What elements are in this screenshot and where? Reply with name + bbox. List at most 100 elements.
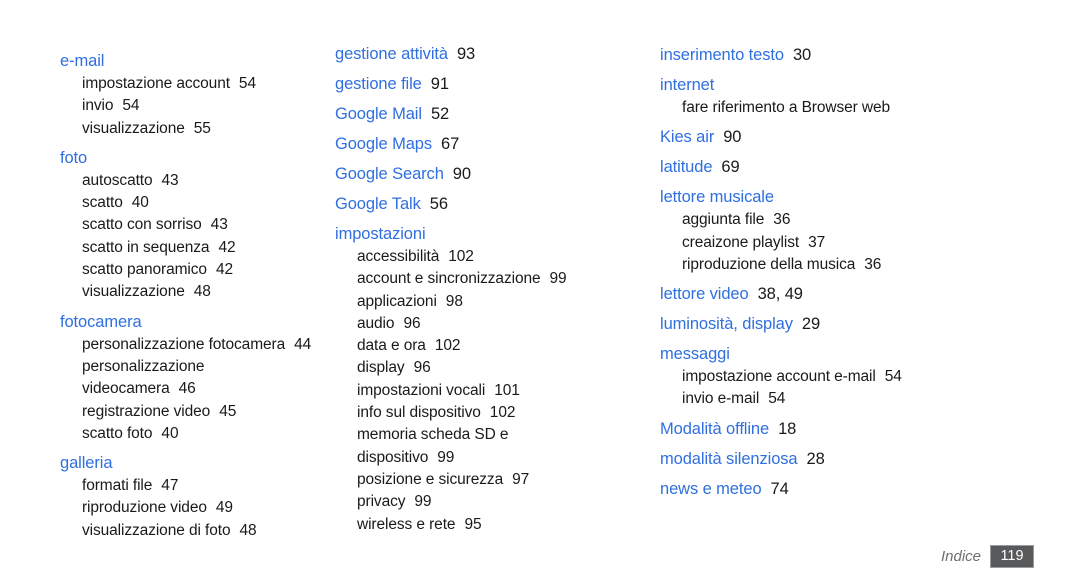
index-subentry[interactable]: applicazioni 98 xyxy=(335,291,660,313)
index-entry: inserimento testo 30 xyxy=(660,44,1080,67)
index-page-ref: 40 xyxy=(131,194,149,212)
index-subentry[interactable]: data e ora 102 xyxy=(335,335,660,357)
index-subterm: dispositivo xyxy=(357,448,429,466)
index-subentry[interactable]: fare riferimento a Browser web xyxy=(660,97,1080,119)
index-subentry[interactable]: impostazioni vocali 101 xyxy=(335,380,660,402)
index-term: Google Search xyxy=(335,165,444,183)
index-subterm: autoscatto xyxy=(82,171,153,189)
index-subentry[interactable]: scatto in sequenza 42 xyxy=(60,237,330,259)
index-page-ref: 42 xyxy=(218,238,236,256)
index-subterm: memoria scheda SD e xyxy=(357,426,509,444)
index-subentry[interactable]: registrazione video 45 xyxy=(60,401,330,423)
index-subentry[interactable]: visualizzazione di foto 48 xyxy=(60,520,330,542)
index-entry: Google Talk 56 xyxy=(335,193,660,216)
index-subentry[interactable]: audio 96 xyxy=(335,313,660,335)
index-page-ref: 90 xyxy=(452,165,471,183)
index-subterm: scatto foto xyxy=(82,424,153,442)
index-entry-heading[interactable]: Google Talk 56 xyxy=(335,193,660,216)
index-page-ref: 37 xyxy=(808,233,826,251)
index-entry-heading[interactable]: Google Search 90 xyxy=(335,163,660,186)
index-entry-heading[interactable]: gestione attività 93 xyxy=(335,43,660,66)
index-entry: foto autoscatto 43 scatto 40 scatto con sorri… xyxy=(60,147,330,304)
index-entry-heading[interactable]: internet xyxy=(660,74,1080,97)
index-subentry[interactable]: scatto 40 xyxy=(60,192,330,214)
index-subentry[interactable]: wireless e rete 95 xyxy=(335,514,660,536)
page-number-badge: 119 xyxy=(990,545,1034,568)
index-entry-heading[interactable]: messaggi xyxy=(660,343,1080,366)
index-subterm: impostazione account xyxy=(82,75,230,92)
index-page-ref: 47 xyxy=(161,477,179,495)
index-page-ref: 48 xyxy=(193,283,211,301)
index-subentry-list: accessibilità 102 account e sincronizzazio… xyxy=(335,246,660,536)
index-subentry[interactable]: scatto con sorriso 43 xyxy=(60,214,330,236)
index-subentry[interactable]: info sul dispositivo 102 xyxy=(335,402,660,424)
index-subentry[interactable]: visualizzazione 48 xyxy=(60,281,330,303)
index-page-ref: 102 xyxy=(448,248,474,265)
index-subentry[interactable]: impostazione account 54 xyxy=(60,73,330,95)
index-subentry[interactable]: creaizone playlist 37 xyxy=(660,232,1080,254)
index-subentry[interactable]: privacy 99 xyxy=(335,491,660,513)
index-page-ref: 99 xyxy=(414,493,432,511)
index-page-ref: 55 xyxy=(193,119,211,137)
index-subentry[interactable]: riproduzione video 49 xyxy=(60,497,330,519)
index-subentry[interactable]: accessibilità 102 xyxy=(335,246,660,268)
index-page-ref: 67 xyxy=(441,135,460,153)
index-entry-heading[interactable]: lettore video 38, 49 xyxy=(660,283,1080,306)
index-subentry[interactable]: scatto panoramico 42 xyxy=(60,259,330,281)
index-subentry[interactable]: personalizzazione fotocamera 44 xyxy=(60,334,330,356)
index-subentry[interactable]: dispositivo 99 xyxy=(335,447,660,469)
index-entry-heading[interactable]: lettore musicale xyxy=(660,186,1080,209)
footer-section-label: Indice xyxy=(940,548,981,565)
index-page-ref: 102 xyxy=(434,337,461,355)
index-subentry[interactable]: impostazione account e-mail 54 xyxy=(660,366,1080,388)
index-entry-heading[interactable]: impostazioni xyxy=(335,223,660,246)
index-subentry[interactable]: scatto foto 40 xyxy=(60,423,330,445)
index-entry: lettore musicale aggiunta file 36 creaizone… xyxy=(660,186,1080,276)
index-subentry[interactable]: invio e-mail 54 xyxy=(660,388,1080,410)
index-subterm: videocamera xyxy=(82,380,170,398)
index-subentry[interactable]: invio 54 xyxy=(60,95,330,117)
index-entry-heading[interactable]: Google Maps 67 xyxy=(335,133,660,156)
index-entry: lettore video 38, 49 xyxy=(660,283,1080,306)
index-entry-heading[interactable]: Modalità offline 18 xyxy=(660,418,1080,441)
index-term: impostazioni xyxy=(335,225,426,243)
index-entry-heading[interactable]: news e meteo 74 xyxy=(660,478,1080,501)
index-entry-heading[interactable]: latitude 69 xyxy=(660,156,1080,179)
index-term: Google Mail xyxy=(335,105,422,123)
index-term: fotocamera xyxy=(60,312,142,331)
index-term: inserimento testo xyxy=(660,46,784,64)
index-subentry[interactable]: formati file 47 xyxy=(60,475,330,497)
index-subentry[interactable]: visualizzazione 55 xyxy=(60,118,330,140)
index-entry: galleria formati file 47 riproduzione video… xyxy=(60,452,330,542)
index-entry-heading[interactable]: modalità silenziosa 28 xyxy=(660,448,1080,471)
index-subentry-list: personalizzazione fotocamera 44 personaliz… xyxy=(60,334,330,445)
index-entry-heading[interactable]: e-mail xyxy=(60,50,330,73)
index-entry-heading[interactable]: Google Mail 52 xyxy=(335,103,660,126)
index-subentry[interactable]: autoscatto 43 xyxy=(60,170,330,192)
index-subentry[interactable]: riproduzione della musica 36 xyxy=(660,254,1080,276)
index-subentry[interactable]: account e sincronizzazione 99 xyxy=(335,268,660,290)
index-entry-heading[interactable]: inserimento testo 30 xyxy=(660,44,1080,67)
index-entry-heading[interactable]: galleria xyxy=(60,452,330,475)
index-subterm: scatto con sorriso xyxy=(82,216,202,234)
index-subterm: privacy xyxy=(357,493,406,511)
index-page-ref: 45 xyxy=(219,402,237,420)
index-entry-heading[interactable]: foto xyxy=(60,147,330,170)
index-entry-heading[interactable]: Kies air 90 xyxy=(660,126,1080,149)
index-subentry[interactable]: posizione e sicurezza 97 xyxy=(335,469,660,491)
index-entry-heading[interactable]: fotocamera xyxy=(60,311,330,334)
index-term: Google Talk xyxy=(335,195,421,213)
index-subentry[interactable]: aggiunta file 36 xyxy=(660,209,1080,231)
index-entry: fotocamera personalizzazione fotocamera 44… xyxy=(60,311,330,445)
index-page-ref: 36 xyxy=(864,255,882,273)
index-entry-heading[interactable]: luminosità, display 29 xyxy=(660,313,1080,336)
index-subentry-list: impostazione account e-mail 54 invio e-mai… xyxy=(660,366,1080,411)
index-entry: internet fare riferimento a Browser web xyxy=(660,74,1080,119)
index-subterm: invio e-mail xyxy=(682,390,760,408)
index-term: e-mail xyxy=(60,52,105,70)
index-entry-heading[interactable]: gestione file 91 xyxy=(335,73,660,96)
index-subentry[interactable]: display 96 xyxy=(335,357,660,379)
index-subentry[interactable]: memoria scheda SD e xyxy=(335,424,660,446)
index-subentry[interactable]: personalizzazione xyxy=(60,356,330,378)
index-subentry[interactable]: videocamera 46 xyxy=(60,378,330,400)
